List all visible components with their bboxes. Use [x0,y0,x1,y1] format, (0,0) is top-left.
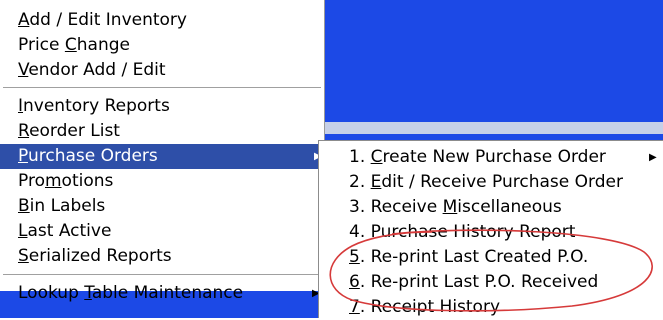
submenu-item-edit-receive-po[interactable]: 2. Edit / Receive Purchase Order [349,170,623,195]
submenu-item-create-new-po[interactable]: 1. Create New Purchase Order [349,145,606,170]
menu-item-last-active[interactable]: Last Active [18,219,111,244]
menu-item-price-change[interactable]: Price Change [18,33,130,58]
menu-item-lookup-table-maintenance[interactable]: Lookup Table Maintenance [18,281,243,306]
menu-item-promotions[interactable]: Promotions [18,169,113,194]
menu-separator [3,274,321,276]
main-menu: Add / Edit Inventory Price Change Vendor… [0,0,325,303]
menu-item-purchase-orders[interactable]: Purchase Orders [0,144,322,169]
menu-item-serialized-reports[interactable]: Serialized Reports [18,244,172,269]
annotation-oval [329,229,653,312]
submenu-arrow-icon: ▶ [649,152,657,163]
window-strip [310,122,663,134]
menu-item-bin-labels[interactable]: Bin Labels [18,194,105,219]
menu-item-vendor-add-edit[interactable]: Vendor Add / Edit [18,58,166,83]
submenu-item-receive-miscellaneous[interactable]: 3. Receive Miscellaneous [349,195,562,220]
menu-item-add-edit-inventory[interactable]: Add / Edit Inventory [18,8,187,33]
menu-item-reorder-list[interactable]: Reorder List [18,119,120,144]
menu-item-inventory-reports[interactable]: Inventory Reports [18,94,170,119]
menu-separator [3,87,321,89]
